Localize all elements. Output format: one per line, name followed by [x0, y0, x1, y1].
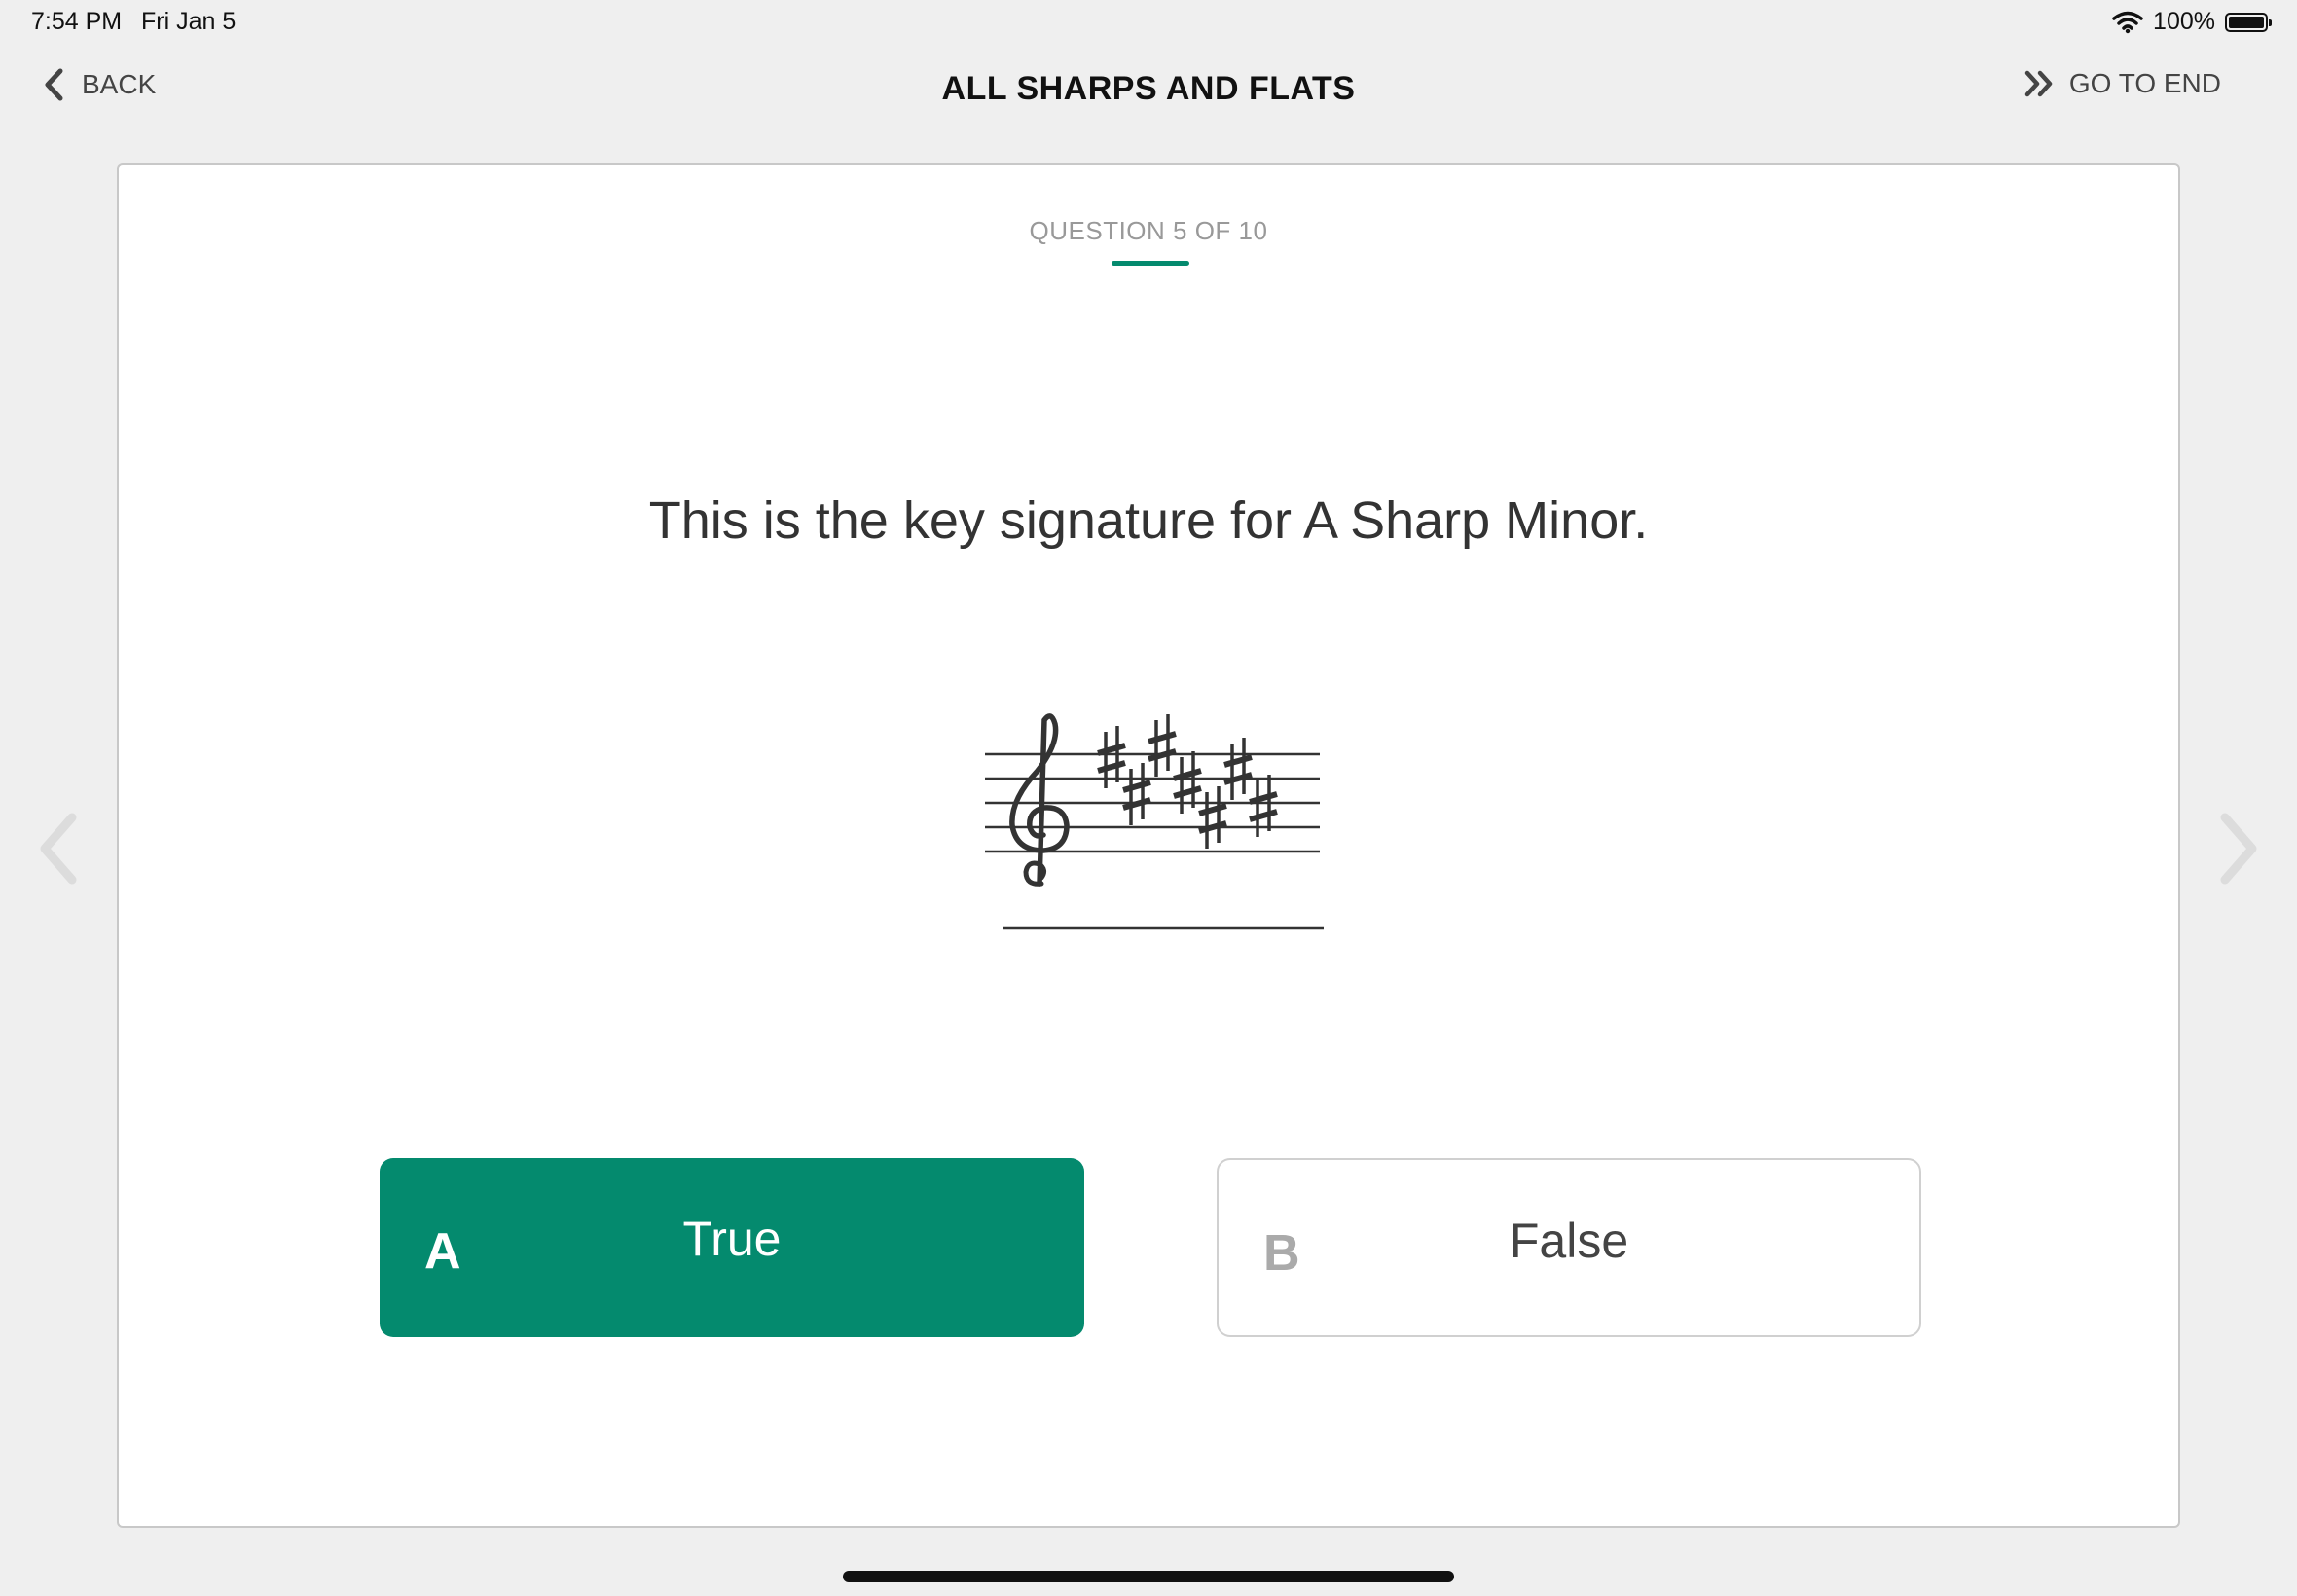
chevron-left-icon — [40, 813, 77, 885]
status-time: 7:54 PM — [31, 8, 123, 35]
go-to-end-label: GO TO END — [2068, 68, 2221, 98]
question-card: QUESTION 5 OF 10 This is the key signatu… — [117, 163, 2180, 1528]
status-indicators: 100% — [2112, 8, 2272, 36]
wifi-icon — [2112, 11, 2143, 33]
answer-label: True — [682, 1212, 782, 1266]
page-title: ALL SHARPS AND FLATS — [941, 70, 1356, 107]
next-question-arrow[interactable] — [2213, 810, 2262, 888]
home-indicator[interactable] — [843, 1571, 1454, 1582]
status-date: Fri Jan 5 — [141, 8, 237, 35]
answer-false-button[interactable]: B False — [1217, 1158, 1921, 1337]
status-bar: 7:54 PM Fri Jan 5 100% — [0, 0, 2297, 47]
question-counter: QUESTION 5 OF 10 — [1029, 216, 1268, 245]
counter-underline — [1112, 261, 1189, 266]
treble-clef-key-signature-icon — [983, 710, 1333, 905]
go-to-end-button[interactable]: GO TO END — [2024, 68, 2221, 99]
answer-label: False — [1509, 1214, 1629, 1268]
chevron-right-icon — [2220, 813, 2257, 885]
battery-icon — [2225, 12, 2272, 32]
battery-percentage: 100% — [2153, 8, 2215, 35]
previous-question-arrow[interactable] — [35, 810, 84, 888]
answer-true-button[interactable]: A True — [380, 1158, 1084, 1337]
double-chevron-right-icon — [2024, 70, 2053, 97]
question-text: This is the key signature for A Sharp Mi… — [648, 491, 1649, 550]
